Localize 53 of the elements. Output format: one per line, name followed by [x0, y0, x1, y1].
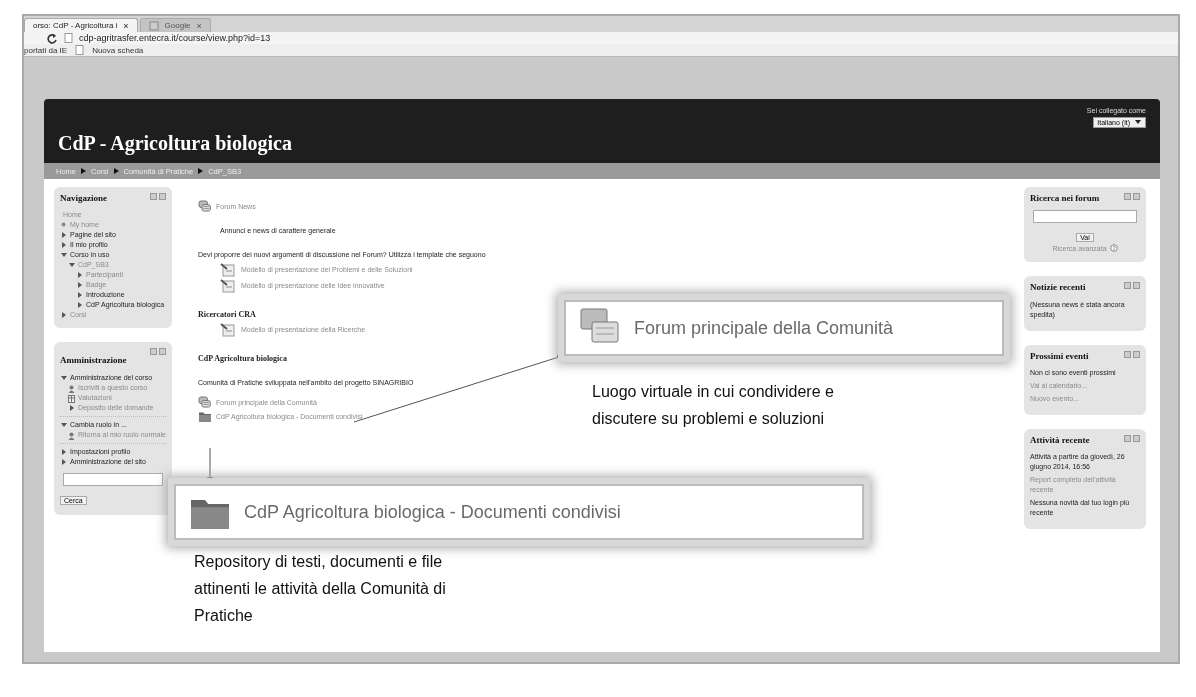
block-title: Notizie recenti — [1030, 282, 1086, 294]
person-icon — [68, 384, 75, 393]
address-url[interactable]: cdp-agritrasfer.entecra.it/course/view.php?id=13 — [79, 33, 271, 43]
triangle-down-icon[interactable] — [60, 421, 67, 428]
callout-title: Forum principale della Comunità — [634, 317, 894, 339]
section-title: Ricercatori CRA — [198, 309, 256, 319]
bookmark-link[interactable]: Nuova scheda — [92, 45, 144, 55]
bookmark-link[interactable]: portati da IE — [24, 45, 68, 55]
triangle-right-icon[interactable] — [60, 312, 67, 319]
tab-title: Google — [164, 21, 191, 30]
triangle-right-icon[interactable] — [76, 272, 83, 279]
triangle-right-icon — [197, 167, 205, 175]
tab-close[interactable]: × — [196, 20, 202, 31]
block-title: Amministrazione — [60, 355, 128, 367]
triangle-right-icon[interactable] — [76, 302, 83, 309]
document-icon — [220, 261, 236, 277]
bullet-icon — [61, 222, 66, 228]
reload-icon[interactable] — [46, 32, 58, 44]
search-field[interactable] — [1033, 210, 1137, 224]
chat-bubbles-icon — [198, 199, 211, 213]
triangle-right-icon[interactable] — [76, 292, 83, 299]
triangle-right-icon[interactable] — [60, 458, 67, 465]
callout-caption: Repository di testi, documenti e file attinenti le attività della Comunità di Pratiche — [194, 552, 447, 626]
triangle-right-icon[interactable] — [60, 242, 67, 249]
block-title: Navigazione — [60, 193, 107, 205]
triangle-right-icon[interactable] — [68, 404, 75, 411]
triangle-right-icon[interactable] — [60, 232, 67, 239]
block-title: Attività recente — [1030, 434, 1090, 446]
chat-bubbles-icon — [198, 395, 211, 409]
person-icon — [68, 431, 75, 440]
tab-close[interactable]: × — [123, 20, 129, 31]
triangle-down-icon[interactable] — [60, 252, 67, 259]
block-title: Ricerca nei forum — [1030, 193, 1100, 205]
site-title: CdP - Agricoltura biologica — [58, 132, 292, 155]
callout-title: CdP Agricoltura biologica - Documenti condivisi — [244, 501, 621, 523]
triangle-right-icon[interactable] — [60, 448, 67, 455]
search-field[interactable] — [63, 472, 163, 486]
page-icon — [148, 20, 159, 31]
triangle-right-icon[interactable] — [76, 282, 83, 289]
table-icon — [68, 394, 75, 403]
triangle-down-icon[interactable] — [68, 262, 75, 269]
document-icon — [220, 277, 236, 293]
browser-tab[interactable]: Google × — [139, 18, 211, 32]
browser-tab[interactable]: orso: CdP - Agricoltura i × — [24, 18, 138, 32]
document-icon — [220, 321, 236, 337]
triangle-right-icon — [80, 167, 87, 175]
caret-icon — [1134, 119, 1142, 125]
triangle-right-icon — [112, 167, 120, 175]
section-title: CdP Agricoltura biologica — [198, 353, 287, 363]
callout-caption: Luogo virtuale in cui condividere e discutere su problemi e soluzioni — [592, 382, 835, 429]
block-title: Prossimi eventi — [1030, 350, 1089, 362]
tab-title: orso: CdP - Agricoltura i — [33, 21, 118, 30]
triangle-down-icon[interactable] — [60, 374, 67, 381]
